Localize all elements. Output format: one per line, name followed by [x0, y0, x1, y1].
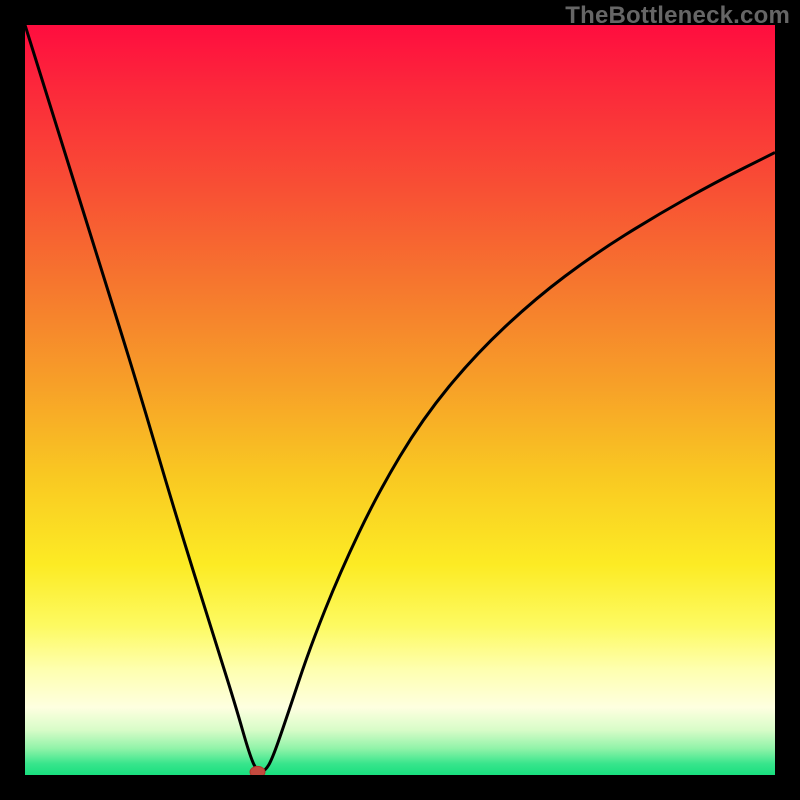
bottleneck-chart-svg: [25, 25, 775, 775]
chart-outer-frame: TheBottleneck.com: [0, 0, 800, 800]
gradient-background: [25, 25, 775, 775]
plot-area: [25, 25, 775, 775]
watermark-text: TheBottleneck.com: [565, 2, 790, 30]
minimum-marker: [250, 766, 265, 775]
